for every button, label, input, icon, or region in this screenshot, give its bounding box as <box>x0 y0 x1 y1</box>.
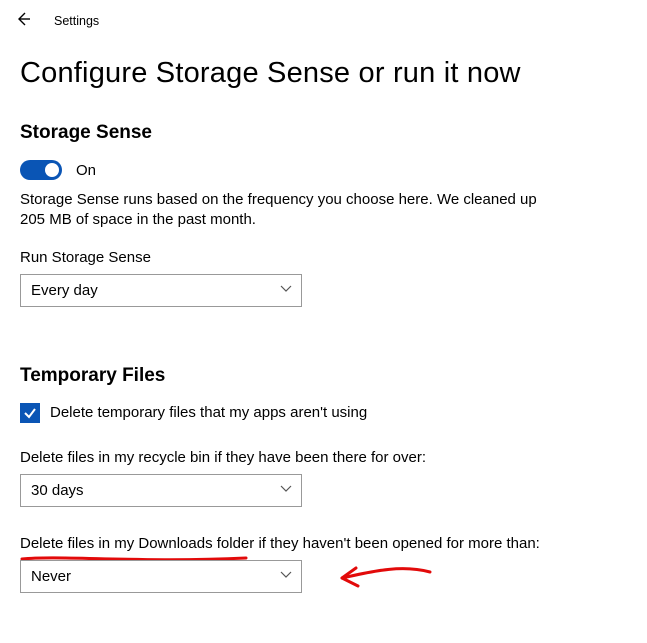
recycle-bin-label: Delete files in my recycle bin if they h… <box>20 449 627 466</box>
recycle-bin-value: 30 days <box>31 482 84 499</box>
delete-temp-files-checkbox[interactable] <box>20 403 40 423</box>
recycle-bin-dropdown[interactable]: 30 days <box>20 474 302 507</box>
delete-temp-files-row: Delete temporary files that my apps aren… <box>20 403 627 423</box>
toggle-knob-icon <box>45 163 59 177</box>
chevron-down-icon <box>279 281 293 299</box>
run-storage-sense-dropdown[interactable]: Every day <box>20 274 302 307</box>
page-title: Configure Storage Sense or run it now <box>20 57 627 90</box>
page-content: Configure Storage Sense or run it now St… <box>0 37 647 625</box>
storage-sense-toggle[interactable] <box>20 160 62 180</box>
delete-temp-files-label: Delete temporary files that my apps aren… <box>50 404 367 421</box>
chevron-down-icon <box>279 567 293 585</box>
section-temporary-files-title: Temporary Files <box>20 365 627 387</box>
downloads-folder-label: Delete files in my Downloads folder if t… <box>20 535 627 552</box>
back-arrow-icon[interactable] <box>14 10 32 31</box>
downloads-folder-dropdown[interactable]: Never <box>20 560 302 593</box>
storage-sense-description: Storage Sense runs based on the frequenc… <box>20 190 560 231</box>
run-storage-sense-label: Run Storage Sense <box>20 249 627 266</box>
section-storage-sense-title: Storage Sense <box>20 122 627 144</box>
storage-sense-toggle-row: On <box>20 160 627 180</box>
downloads-folder-value: Never <box>31 568 71 585</box>
window-header: Settings <box>0 0 647 37</box>
annotation-arrow-icon <box>330 558 440 598</box>
run-storage-sense-value: Every day <box>31 282 98 299</box>
chevron-down-icon <box>279 481 293 499</box>
header-app-label: Settings <box>54 14 99 28</box>
storage-sense-toggle-label: On <box>76 162 96 179</box>
